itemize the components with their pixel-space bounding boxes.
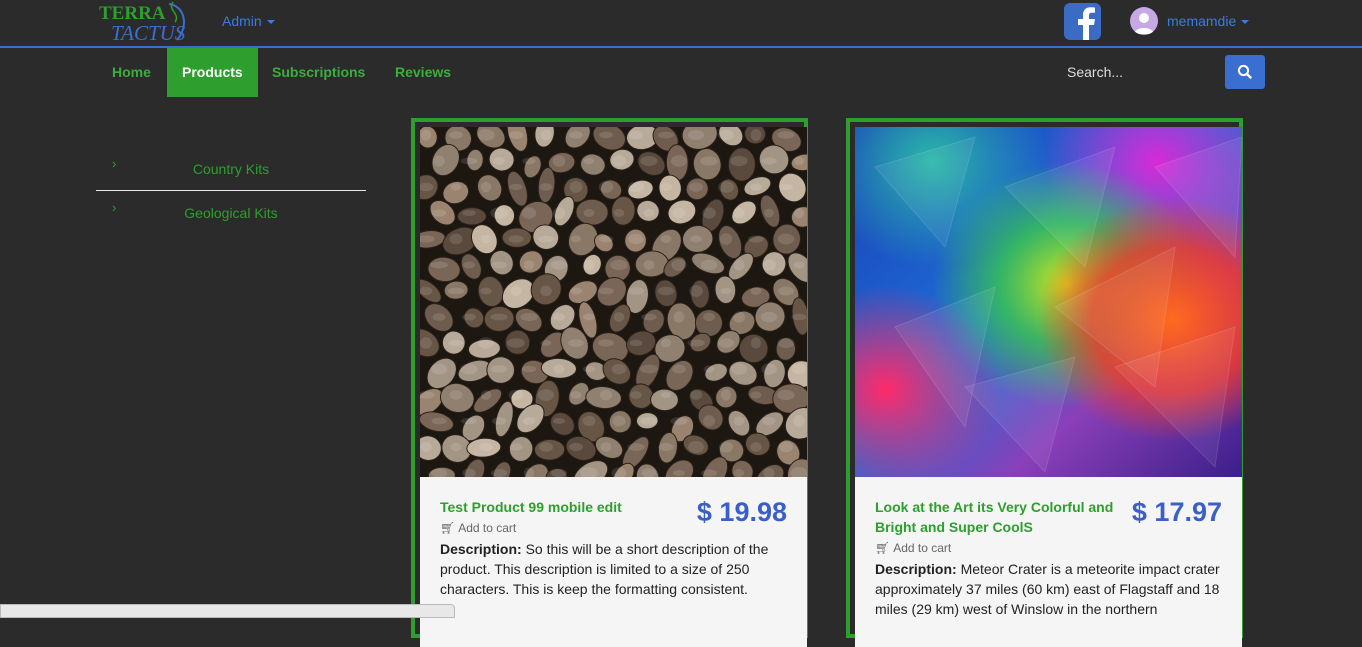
browser-status-bar <box>0 604 455 618</box>
nav-products[interactable]: Products <box>167 48 258 97</box>
facebook-icon[interactable] <box>1064 3 1101 40</box>
search-icon <box>1237 64 1252 79</box>
product-image-pebbles[interactable] <box>420 127 807 477</box>
search-input[interactable] <box>1055 56 1244 88</box>
nav-reviews[interactable]: Reviews <box>380 48 466 97</box>
sidebar-divider <box>96 190 366 191</box>
top-bar: TERRA TACTUS Admin memamdie <box>0 0 1362 48</box>
nav-home[interactable]: Home <box>97 48 166 97</box>
add-to-cart-label: Add to cart <box>893 541 952 555</box>
product-image-colorful-abstract[interactable] <box>855 127 1242 477</box>
user-dropdown[interactable]: memamdie <box>1167 13 1250 29</box>
add-to-cart-label: Add to cart <box>458 521 517 535</box>
admin-dropdown[interactable]: Admin <box>222 13 275 29</box>
add-to-cart-link[interactable]: 🛒︎ Add to cart <box>875 541 951 555</box>
product-body: Test Product 99 mobile edit $ 19.98 🛒︎ Ad… <box>420 477 807 647</box>
product-body: Look at the Art its Very Colorful and Br… <box>855 477 1242 647</box>
abstract-art-image <box>855 127 1242 477</box>
cart-icon: 🛒︎ <box>440 521 456 535</box>
caret-down-icon <box>1241 20 1250 25</box>
pebbles-image <box>420 127 807 477</box>
caret-down-icon <box>266 20 275 25</box>
product-card: Test Product 99 mobile edit $ 19.98 🛒︎ Ad… <box>411 118 808 647</box>
product-title[interactable]: Test Product 99 mobile edit <box>440 497 630 517</box>
product-price: $ 17.97 <box>1131 497 1222 527</box>
username: memamdie <box>1167 13 1237 29</box>
add-to-cart-link[interactable]: 🛒︎ Add to cart <box>440 521 516 535</box>
admin-label: Admin <box>222 13 262 29</box>
sidebar-item-label: Country Kits <box>192 161 270 177</box>
product-description: Description: So this will be a short des… <box>440 539 790 599</box>
terra-tactus-logo[interactable]: TERRA TACTUS <box>97 0 193 44</box>
product-price: $ 19.98 <box>696 497 787 527</box>
product-title[interactable]: Look at the Art its Very Colorful and Br… <box>875 497 1120 537</box>
cart-icon: 🛒︎ <box>875 541 891 555</box>
logo-line2: TACTUS <box>111 21 186 44</box>
nav-subscriptions[interactable]: Subscriptions <box>257 48 380 97</box>
description-label: Description: <box>875 561 957 577</box>
sidebar-item-label: Geological Kits <box>184 205 278 221</box>
sidebar-item-geological-kits[interactable]: › Geological Kits <box>96 200 366 246</box>
product-card: Look at the Art its Very Colorful and Br… <box>846 118 1243 647</box>
product-description: Description: Meteor Crater is a meteorit… <box>875 559 1225 619</box>
search-button[interactable] <box>1225 55 1265 89</box>
sidebar-item-country-kits[interactable]: › Country Kits <box>96 156 366 202</box>
user-avatar[interactable] <box>1130 7 1158 35</box>
description-label: Description: <box>440 541 522 557</box>
avatar-icon <box>1134 13 1154 34</box>
